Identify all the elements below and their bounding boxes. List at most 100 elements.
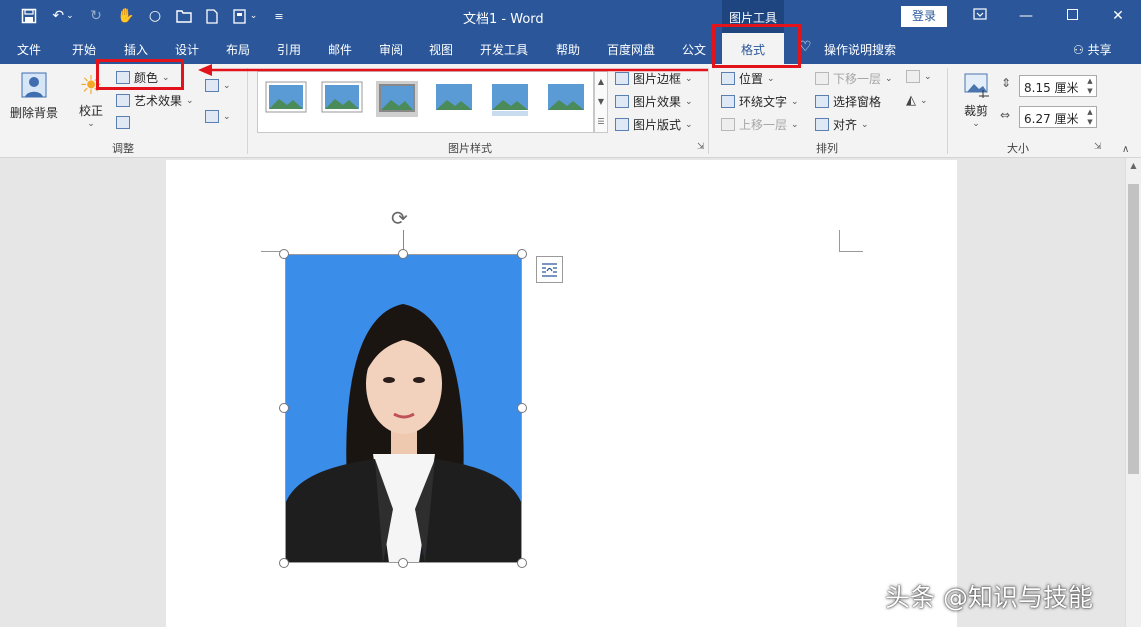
wrap-text-button[interactable]: 环绕文字⌄ (721, 93, 799, 110)
tab-help[interactable]: 帮助 (556, 41, 580, 58)
resize-handle[interactable] (398, 249, 408, 259)
tab-home[interactable]: 开始 (72, 41, 96, 58)
artistic-effects-label: 艺术效果 (134, 92, 182, 109)
tab-developer[interactable]: 开发工具 (480, 41, 528, 58)
resize-handle[interactable] (517, 403, 527, 413)
scroll-up-icon[interactable]: ▲ (1126, 161, 1141, 170)
width-field[interactable]: 6.27 厘米 ▲▼ (1019, 106, 1097, 128)
annotation-arrow (198, 63, 710, 77)
minimize-icon[interactable]: — (1003, 0, 1049, 33)
transparency-button[interactable] (116, 116, 130, 129)
chevron-down-icon: ⌄ (957, 119, 995, 129)
chevron-down-icon: ⌄ (885, 74, 893, 84)
login-button[interactable]: 登录 (901, 6, 947, 27)
selection-pane-icon (815, 95, 829, 108)
share-label: 共享 (1088, 43, 1112, 57)
remove-background-button[interactable]: 删除背景 (8, 70, 60, 121)
picture-effects-button[interactable]: 图片效果⌄ (615, 93, 693, 110)
chevron-down-icon: ⌄ (861, 120, 869, 130)
picture-layout-label: 图片版式 (633, 116, 681, 133)
style-thumbnail[interactable] (265, 81, 307, 117)
vertical-scrollbar[interactable]: ▲ (1125, 158, 1141, 627)
picture-effects-icon (615, 95, 629, 108)
chevron-down-icon: ⌄ (223, 81, 231, 91)
group-objects-icon (906, 70, 920, 83)
tab-view[interactable]: 视图 (429, 41, 453, 58)
resize-handle[interactable] (279, 558, 289, 568)
artistic-effects-button[interactable]: 艺术效果⌄ (116, 92, 194, 109)
save-icon[interactable] (18, 6, 40, 26)
gallery-more-icon[interactable]: ☰ (595, 112, 607, 132)
style-thumbnail[interactable] (321, 81, 363, 117)
style-thumbnail[interactable] (545, 81, 587, 117)
redo-icon: ↻ (86, 6, 106, 26)
arrange-group-label: 排列 (812, 140, 842, 156)
tab-mailings[interactable]: 邮件 (328, 41, 352, 58)
picture-layout-button[interactable]: 图片版式⌄ (615, 116, 693, 133)
change-picture-button[interactable]: ⌄ (205, 110, 231, 123)
send-backward-label: 下移一层 (833, 70, 881, 87)
highlight-box-color (96, 59, 184, 90)
document-title: 文档1 - Word (463, 8, 544, 27)
close-icon[interactable]: ✕ (1095, 0, 1141, 33)
tab-references[interactable]: 引用 (277, 41, 301, 58)
resize-handle[interactable] (398, 558, 408, 568)
chevron-down-icon: ⌄ (685, 97, 693, 107)
open-folder-icon[interactable] (173, 6, 195, 26)
style-thumbnail-selected[interactable] (376, 81, 418, 117)
chevron-down-icon: ⌄ (223, 112, 231, 122)
rotate-handle-icon[interactable]: ⟳ (391, 207, 408, 229)
picture-styles-gallery (257, 71, 594, 133)
width-value: 6.27 厘米 (1024, 112, 1079, 126)
collapse-ribbon-icon[interactable]: ∧ (1122, 144, 1129, 155)
picture-layout-icon (615, 118, 629, 131)
wrap-text-label: 环绕文字 (739, 93, 787, 110)
transparency-icon (116, 116, 130, 129)
tab-insert[interactable]: 插入 (124, 41, 148, 58)
align-button[interactable]: 对齐 ⌄ (815, 116, 869, 133)
tab-design[interactable]: 设计 (175, 41, 199, 58)
tab-official-doc[interactable]: 公文 (682, 41, 706, 58)
tab-file[interactable]: 文件 (17, 41, 41, 58)
crop-label: 裁剪 (957, 102, 995, 119)
rotate-button[interactable]: ◭⌄ (906, 93, 928, 108)
selection-pane-button[interactable]: 选择窗格 (815, 93, 881, 110)
layout-options-button[interactable] (536, 256, 563, 283)
resize-handle[interactable] (279, 403, 289, 413)
height-spinner[interactable]: ▲▼ (1084, 76, 1096, 96)
resize-handle[interactable] (279, 249, 289, 259)
print-preview-icon[interactable]: ⌄ (228, 6, 262, 26)
width-spinner[interactable]: ▲▼ (1084, 107, 1096, 127)
resize-handle[interactable] (517, 558, 527, 568)
gallery-down-icon[interactable]: ▼ (595, 92, 607, 112)
tab-review[interactable]: 审阅 (379, 41, 403, 58)
share-button[interactable]: ⚇ 共享 (1073, 41, 1112, 58)
selection-frame (285, 254, 522, 563)
style-thumbnail[interactable] (489, 81, 531, 117)
position-button[interactable]: 位置⌄ (721, 70, 775, 87)
touch-mode-icon[interactable]: ✋ (115, 6, 137, 26)
maximize-icon[interactable] (1049, 0, 1095, 33)
circle-shape-icon[interactable]: ○ (144, 6, 166, 26)
style-thumbnail[interactable] (433, 81, 475, 117)
new-document-icon[interactable] (202, 6, 222, 26)
crop-button[interactable]: 裁剪 ⌄ (957, 72, 995, 129)
compress-pictures-button[interactable]: ⌄ (205, 79, 231, 92)
layout-options-icon (537, 257, 562, 282)
dialog-launcher-icon[interactable]: ⇲ (697, 142, 705, 152)
tab-layout[interactable]: 布局 (226, 41, 250, 58)
bring-forward-icon (721, 118, 735, 131)
ribbon-display-options-icon[interactable] (957, 0, 1003, 33)
undo-icon[interactable]: ↶⌄ (48, 6, 78, 26)
tab-baidu-netdisk[interactable]: 百度网盘 (607, 41, 655, 58)
height-value: 8.15 厘米 (1024, 81, 1079, 95)
gallery-scroll[interactable]: ▲ ▼ ☰ (594, 71, 608, 133)
align-label: 对齐 (833, 116, 857, 133)
dialog-launcher-icon[interactable]: ⇲ (1094, 142, 1102, 152)
height-icon: ⇕ (1001, 76, 1011, 90)
scroll-thumb[interactable] (1128, 184, 1139, 474)
customize-qat-icon[interactable]: ≡ (272, 6, 286, 26)
height-field[interactable]: 8.15 厘米 ▲▼ (1019, 75, 1097, 97)
resize-handle[interactable] (517, 249, 527, 259)
tell-me-search[interactable]: 操作说明搜索 (824, 41, 896, 58)
